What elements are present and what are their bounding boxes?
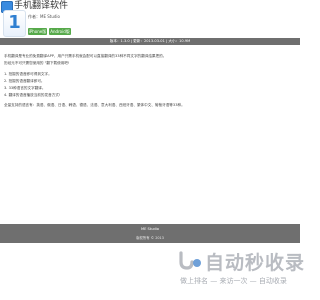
watermark-text: 自动秒收录 <box>205 252 306 274</box>
android-download-button[interactable]: Android版 <box>49 28 71 35</box>
author-line: 作者：ME Studio <box>28 14 60 19</box>
feature-item: 3. 33种语言的文字翻译。 <box>4 86 46 90</box>
logo-digit: 1 <box>8 12 21 33</box>
feature-item: 4. 翻译的语音播放当前的发音方式! <box>4 93 61 97</box>
watermark-subtext: 做上排名 — 来访一次 — 自动收录 <box>180 277 287 285</box>
footer-title: ME Studio <box>141 227 159 231</box>
intro-paragraph: 手机翻译是专业的免费翻译APP，用户只需手机就会配可以直接翻译的33种不同文字的… <box>4 54 167 58</box>
info-bar-text: 版本：1.3.0 | 更新：2013-03-01 | 大小：10.9M <box>109 39 191 43</box>
app-logo: 1 <box>3 10 26 37</box>
intro-paragraph-2: 历经元不可只需您使用的 "翻下载使用吧! <box>4 61 70 65</box>
watermark-logo-icon <box>179 251 201 270</box>
feature-item: 1. 拍摄的语音即可得到文字。 <box>4 72 52 76</box>
iphone-download-button[interactable]: iPhone版 <box>28 28 47 35</box>
languages-paragraph: 全量支持的语言有：英语、俄语、日语、韩语、德语、法语、意大利语、西班牙语、繁体中… <box>4 103 185 107</box>
feature-item: 2. 拍摄的语音翻译即可。 <box>4 79 45 83</box>
info-bar: 版本：1.3.0 | 更新：2013-03-01 | 大小：10.9M <box>0 38 300 45</box>
footer-copyright: 版权所有 © 2013 <box>136 236 164 240</box>
